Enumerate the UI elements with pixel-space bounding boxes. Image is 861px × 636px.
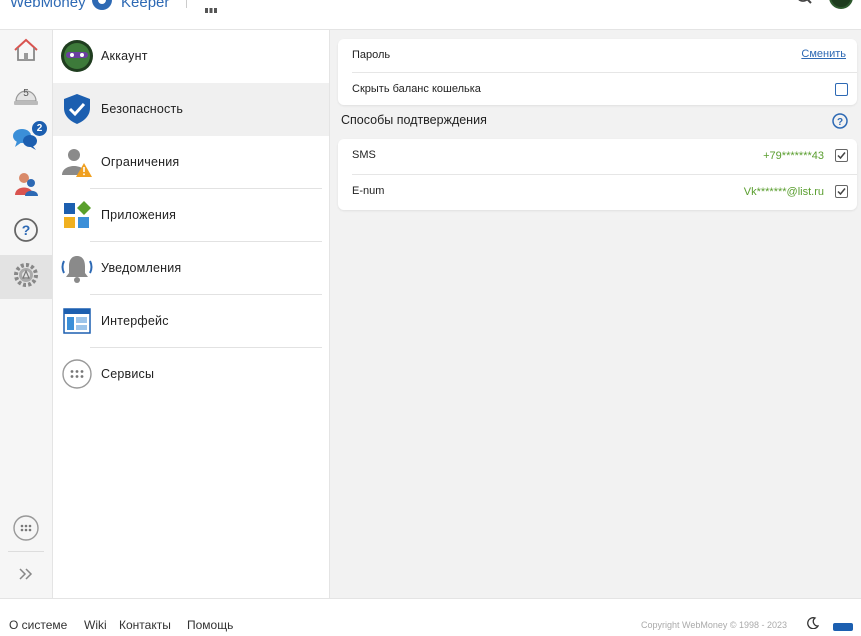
method-row-enum: E-num Vk*******@list.ru xyxy=(338,175,857,210)
search-icon[interactable] xyxy=(796,0,814,6)
keeper-logo-icon xyxy=(90,0,114,14)
brand-name[interactable]: WebMoney xyxy=(10,0,86,11)
settings-menu: Аккаунт Безопасность Ограничения Приложе… xyxy=(53,30,330,598)
bell-icon xyxy=(60,251,94,285)
menu-item-services[interactable]: Сервисы xyxy=(53,348,329,401)
menu-label-notifications: Уведомления xyxy=(101,261,182,275)
confirm-methods-title: Способы подтверждения xyxy=(341,113,487,127)
menu-label-apps: Приложения xyxy=(101,208,177,222)
menu-label-limits: Ограничения xyxy=(101,155,180,169)
account-avatar-icon xyxy=(60,39,94,73)
footer-link-wiki[interactable]: Wiki xyxy=(84,618,107,632)
help-circle-icon[interactable]: ? xyxy=(832,113,848,129)
menu-item-interface[interactable]: Интерфейс xyxy=(53,295,329,348)
menu-item-apps[interactable]: Приложения xyxy=(53,189,329,242)
change-password-link[interactable]: Сменить xyxy=(801,48,846,60)
rail-more[interactable] xyxy=(0,508,52,552)
menu-label-interface: Интерфейс xyxy=(101,314,169,328)
confirm-methods-card: SMS +79*******43 E-num Vk*******@list.ru xyxy=(338,139,857,210)
apps-grid-icon[interactable] xyxy=(205,0,217,13)
password-label: Пароль xyxy=(352,49,391,61)
security-settings-panel: Пароль Сменить Скрыть баланс кошелька Сп… xyxy=(330,30,861,598)
menu-item-notifications[interactable]: Уведомления xyxy=(53,242,329,295)
menu-item-security[interactable]: Безопасность xyxy=(53,83,329,136)
footer-link-help[interactable]: Помощь xyxy=(187,618,233,632)
menu-label-account: Аккаунт xyxy=(101,49,148,63)
svg-text:?: ? xyxy=(22,222,31,238)
footer: О системе Wiki Контакты Помощь Copyright… xyxy=(0,598,861,632)
more-dots-icon xyxy=(12,514,40,547)
left-rail: 5 2 ? xyxy=(0,30,53,598)
expand-chevrons-icon xyxy=(18,567,34,586)
password-row: Пароль Сменить xyxy=(338,39,857,73)
method-value-enum: Vk*******@list.ru xyxy=(743,186,824,198)
rail-contacts[interactable] xyxy=(0,164,52,208)
menu-label-security: Безопасность xyxy=(101,102,184,116)
footer-link-contacts[interactable]: Контакты xyxy=(119,618,171,632)
app-name: Keeper xyxy=(121,0,170,11)
hide-balance-row: Скрыть баланс кошелька xyxy=(338,73,857,107)
rail-messages[interactable]: 2 xyxy=(0,119,52,163)
rail-home[interactable] xyxy=(0,30,52,74)
method-row-sms: SMS +79*******43 xyxy=(338,139,857,175)
rail-divider xyxy=(8,551,44,552)
home-icon xyxy=(13,38,39,67)
services-dots-icon xyxy=(60,357,94,391)
hide-balance-checkbox[interactable] xyxy=(835,83,848,96)
menu-item-account[interactable]: Аккаунт xyxy=(53,30,329,83)
user-warning-icon xyxy=(60,145,94,179)
moon-icon[interactable] xyxy=(807,616,820,630)
help-icon: ? xyxy=(13,217,39,248)
method-checkbox-sms[interactable] xyxy=(835,149,848,162)
top-bar: WebMoney Keeper xyxy=(0,0,861,30)
security-card: Пароль Сменить Скрыть баланс кошелька xyxy=(338,39,857,105)
menu-item-limits[interactable]: Ограничения xyxy=(53,136,329,189)
rail-wallets[interactable]: 5 xyxy=(0,75,52,119)
user-avatar[interactable] xyxy=(829,0,853,9)
shield-check-icon xyxy=(60,92,94,126)
method-checkbox-enum[interactable] xyxy=(835,185,848,198)
rail-expand[interactable] xyxy=(0,554,52,598)
wallet-count: 5 xyxy=(23,88,29,99)
hide-balance-label: Скрыть баланс кошелька xyxy=(352,83,481,95)
wallet-counter-icon: 5 xyxy=(13,87,39,107)
apps-icon xyxy=(60,198,94,232)
footer-link-about[interactable]: О системе xyxy=(9,618,67,632)
settings-gear-icon xyxy=(12,261,40,294)
language-flag-icon[interactable] xyxy=(833,618,853,631)
header-divider xyxy=(186,0,187,8)
svg-text:?: ? xyxy=(837,117,843,128)
copyright-text: Copyright WebMoney © 1998 - 2023 xyxy=(641,620,788,630)
method-value-sms: +79*******43 xyxy=(763,150,824,162)
rail-help[interactable]: ? xyxy=(0,210,52,254)
rail-settings[interactable] xyxy=(0,255,52,299)
method-label-sms: SMS xyxy=(352,149,376,161)
interface-window-icon xyxy=(60,304,94,338)
method-label-enum: E-num xyxy=(352,185,385,197)
menu-label-services: Сервисы xyxy=(101,367,155,381)
unread-badge: 2 xyxy=(32,121,47,136)
contacts-icon xyxy=(13,171,39,202)
